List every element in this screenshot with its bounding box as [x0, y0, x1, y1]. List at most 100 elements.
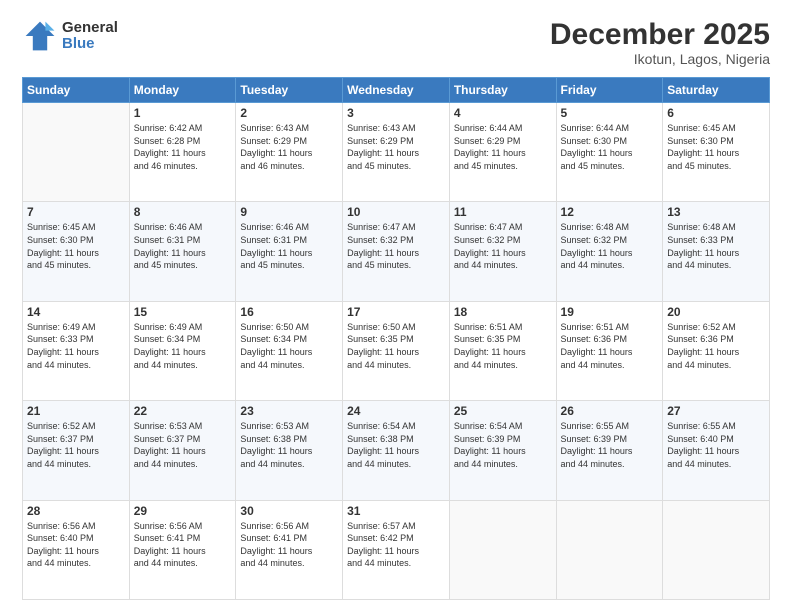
calendar-cell: 24 Sunrise: 6:54 AM Sunset: 6:38 PM Dayli…	[343, 401, 450, 500]
day-number: 15	[134, 305, 232, 319]
calendar-cell	[556, 500, 663, 599]
day-info: Sunrise: 6:49 AM Sunset: 6:34 PM Dayligh…	[134, 321, 232, 371]
day-number: 10	[347, 205, 445, 219]
day-number: 24	[347, 404, 445, 418]
calendar-subtitle: Ikotun, Lagos, Nigeria	[550, 51, 770, 67]
day-number: 27	[667, 404, 765, 418]
calendar-cell: 28 Sunrise: 6:56 AM Sunset: 6:40 PM Dayli…	[23, 500, 130, 599]
day-number: 22	[134, 404, 232, 418]
calendar-table: SundayMondayTuesdayWednesdayThursdayFrid…	[22, 77, 770, 600]
weekday-header-wednesday: Wednesday	[343, 78, 450, 103]
calendar-week-row: 28 Sunrise: 6:56 AM Sunset: 6:40 PM Dayli…	[23, 500, 770, 599]
calendar-cell: 8 Sunrise: 6:46 AM Sunset: 6:31 PM Daylig…	[129, 202, 236, 301]
calendar-cell: 13 Sunrise: 6:48 AM Sunset: 6:33 PM Dayli…	[663, 202, 770, 301]
day-info: Sunrise: 6:55 AM Sunset: 6:40 PM Dayligh…	[667, 420, 765, 470]
calendar-cell: 19 Sunrise: 6:51 AM Sunset: 6:36 PM Dayli…	[556, 301, 663, 400]
day-number: 12	[561, 205, 659, 219]
logo-line1: General	[62, 20, 118, 37]
day-info: Sunrise: 6:53 AM Sunset: 6:38 PM Dayligh…	[240, 420, 338, 470]
day-number: 11	[454, 205, 552, 219]
calendar-cell: 9 Sunrise: 6:46 AM Sunset: 6:31 PM Daylig…	[236, 202, 343, 301]
calendar-cell: 6Sunrise: 6:45 AM Sunset: 6:30 PM Daylig…	[663, 103, 770, 202]
calendar-cell: 11 Sunrise: 6:47 AM Sunset: 6:32 PM Dayli…	[449, 202, 556, 301]
weekday-header-row: SundayMondayTuesdayWednesdayThursdayFrid…	[23, 78, 770, 103]
day-number: 25	[454, 404, 552, 418]
day-info: Sunrise: 6:46 AM Sunset: 6:31 PM Dayligh…	[240, 221, 338, 271]
day-number: 9	[240, 205, 338, 219]
calendar-cell: 4 Sunrise: 6:44 AM Sunset: 6:29 PM Daylig…	[449, 103, 556, 202]
page: General Blue December 2025 Ikotun, Lagos…	[0, 0, 792, 612]
day-number: 16	[240, 305, 338, 319]
calendar-cell: 20 Sunrise: 6:52 AM Sunset: 6:36 PM Dayli…	[663, 301, 770, 400]
day-number: 28	[27, 504, 125, 518]
calendar-body: 1 Sunrise: 6:42 AM Sunset: 6:28 PM Daylig…	[23, 103, 770, 600]
calendar-cell: 23 Sunrise: 6:53 AM Sunset: 6:38 PM Dayli…	[236, 401, 343, 500]
calendar-cell	[449, 500, 556, 599]
day-number: 19	[561, 305, 659, 319]
day-number: 1	[134, 106, 232, 120]
day-info: Sunrise: 6:54 AM Sunset: 6:38 PM Dayligh…	[347, 420, 445, 470]
day-info: Sunrise: 6:53 AM Sunset: 6:37 PM Dayligh…	[134, 420, 232, 470]
day-number: 23	[240, 404, 338, 418]
day-info: Sunrise: 6:48 AM Sunset: 6:32 PM Dayligh…	[561, 221, 659, 271]
calendar-cell: 18 Sunrise: 6:51 AM Sunset: 6:35 PM Dayli…	[449, 301, 556, 400]
calendar-cell: 7Sunrise: 6:45 AM Sunset: 6:30 PM Daylig…	[23, 202, 130, 301]
day-number: 21	[27, 404, 125, 418]
weekday-header-friday: Friday	[556, 78, 663, 103]
logo-line2: Blue	[62, 36, 118, 53]
day-info: Sunrise: 6:56 AM Sunset: 6:41 PM Dayligh…	[240, 520, 338, 570]
calendar-week-row: 7Sunrise: 6:45 AM Sunset: 6:30 PM Daylig…	[23, 202, 770, 301]
day-number: 6	[667, 106, 765, 120]
day-number: 2	[240, 106, 338, 120]
day-number: 8	[134, 205, 232, 219]
weekday-header-monday: Monday	[129, 78, 236, 103]
calendar-week-row: 21Sunrise: 6:52 AM Sunset: 6:37 PM Dayli…	[23, 401, 770, 500]
day-info: Sunrise: 6:50 AM Sunset: 6:34 PM Dayligh…	[240, 321, 338, 371]
logo-text: General Blue	[62, 20, 118, 53]
calendar-cell	[23, 103, 130, 202]
day-number: 30	[240, 504, 338, 518]
day-number: 3	[347, 106, 445, 120]
calendar-cell: 21Sunrise: 6:52 AM Sunset: 6:37 PM Dayli…	[23, 401, 130, 500]
day-info: Sunrise: 6:56 AM Sunset: 6:41 PM Dayligh…	[134, 520, 232, 570]
calendar-cell: 12 Sunrise: 6:48 AM Sunset: 6:32 PM Dayli…	[556, 202, 663, 301]
calendar-cell: 5 Sunrise: 6:44 AM Sunset: 6:30 PM Daylig…	[556, 103, 663, 202]
day-info: Sunrise: 6:51 AM Sunset: 6:36 PM Dayligh…	[561, 321, 659, 371]
day-info: Sunrise: 6:42 AM Sunset: 6:28 PM Dayligh…	[134, 122, 232, 172]
day-info: Sunrise: 6:49 AM Sunset: 6:33 PM Dayligh…	[27, 321, 125, 371]
title-block: December 2025 Ikotun, Lagos, Nigeria	[550, 18, 770, 67]
calendar-cell: 27 Sunrise: 6:55 AM Sunset: 6:40 PM Dayli…	[663, 401, 770, 500]
calendar-week-row: 14Sunrise: 6:49 AM Sunset: 6:33 PM Dayli…	[23, 301, 770, 400]
day-info: Sunrise: 6:45 AM Sunset: 6:30 PM Dayligh…	[27, 221, 125, 271]
weekday-header-thursday: Thursday	[449, 78, 556, 103]
day-info: Sunrise: 6:56 AM Sunset: 6:40 PM Dayligh…	[27, 520, 125, 570]
day-info: Sunrise: 6:44 AM Sunset: 6:30 PM Dayligh…	[561, 122, 659, 172]
day-number: 18	[454, 305, 552, 319]
calendar-cell: 2Sunrise: 6:43 AM Sunset: 6:29 PM Daylig…	[236, 103, 343, 202]
day-number: 20	[667, 305, 765, 319]
day-info: Sunrise: 6:52 AM Sunset: 6:36 PM Dayligh…	[667, 321, 765, 371]
day-number: 4	[454, 106, 552, 120]
calendar-cell: 17Sunrise: 6:50 AM Sunset: 6:35 PM Dayli…	[343, 301, 450, 400]
calendar-cell: 22 Sunrise: 6:53 AM Sunset: 6:37 PM Dayli…	[129, 401, 236, 500]
calendar-cell: 16 Sunrise: 6:50 AM Sunset: 6:34 PM Dayli…	[236, 301, 343, 400]
day-number: 5	[561, 106, 659, 120]
day-info: Sunrise: 6:44 AM Sunset: 6:29 PM Dayligh…	[454, 122, 552, 172]
logo-icon	[22, 18, 58, 54]
day-info: Sunrise: 6:47 AM Sunset: 6:32 PM Dayligh…	[454, 221, 552, 271]
weekday-header-saturday: Saturday	[663, 78, 770, 103]
calendar-cell: 26Sunrise: 6:55 AM Sunset: 6:39 PM Dayli…	[556, 401, 663, 500]
day-info: Sunrise: 6:46 AM Sunset: 6:31 PM Dayligh…	[134, 221, 232, 271]
weekday-header-sunday: Sunday	[23, 78, 130, 103]
logo: General Blue	[22, 18, 118, 54]
calendar-cell: 30 Sunrise: 6:56 AM Sunset: 6:41 PM Dayli…	[236, 500, 343, 599]
day-info: Sunrise: 6:48 AM Sunset: 6:33 PM Dayligh…	[667, 221, 765, 271]
day-info: Sunrise: 6:51 AM Sunset: 6:35 PM Dayligh…	[454, 321, 552, 371]
day-number: 31	[347, 504, 445, 518]
calendar-week-row: 1 Sunrise: 6:42 AM Sunset: 6:28 PM Daylig…	[23, 103, 770, 202]
calendar-cell	[663, 500, 770, 599]
day-number: 13	[667, 205, 765, 219]
day-number: 26	[561, 404, 659, 418]
calendar-cell: 10Sunrise: 6:47 AM Sunset: 6:32 PM Dayli…	[343, 202, 450, 301]
day-info: Sunrise: 6:50 AM Sunset: 6:35 PM Dayligh…	[347, 321, 445, 371]
